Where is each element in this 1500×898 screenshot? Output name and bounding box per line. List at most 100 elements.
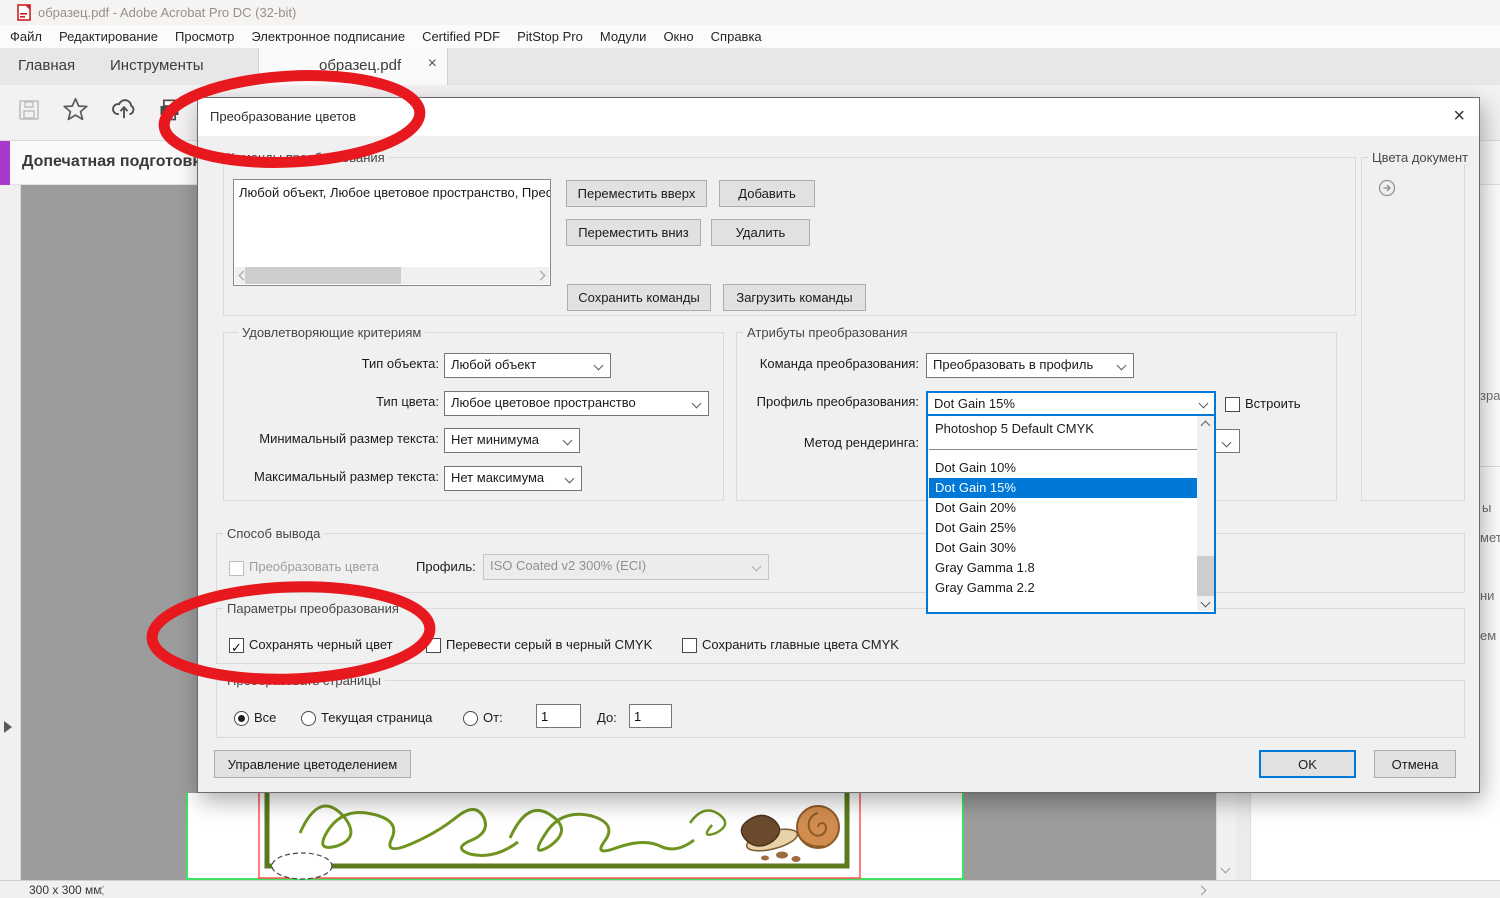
pages-from-label[interactable]: От: (483, 710, 503, 725)
conversion-profile-label: Профиль преобразования: (756, 394, 919, 409)
menu-help[interactable]: Справка (711, 29, 762, 44)
scroll-down-icon[interactable] (1200, 597, 1211, 608)
preserve-black-checkbox[interactable]: ✓ (229, 638, 244, 654)
save-icon[interactable] (17, 98, 41, 122)
commands-hscrollbar[interactable] (235, 267, 549, 284)
save-commands-button[interactable]: Сохранить команды (567, 284, 711, 311)
dropdown-scrollbar[interactable] (1197, 416, 1214, 611)
print-icon[interactable] (156, 97, 183, 124)
menu-edit[interactable]: Редактирование (59, 29, 158, 44)
chevron-down-icon (562, 435, 573, 446)
tab-document[interactable]: образец.pdf × (258, 48, 448, 85)
document-colors-group-label: Цвета документ (1368, 150, 1473, 165)
color-conversion-dialog: Преобразование цветов × Команды преобраз… (197, 97, 1480, 793)
menu-bar: Файл Редактирование Просмотр Электронное… (0, 25, 1500, 48)
pages-current-label[interactable]: Текущая страница (321, 710, 432, 725)
prepress-accent-bar (0, 141, 10, 185)
panel-text-fragment: ем (1480, 628, 1497, 643)
panel-text-fragment: зра (1480, 388, 1500, 403)
hscroll-thumb[interactable] (245, 267, 401, 284)
gray-to-cmyk-label[interactable]: Перевести серый в черный CMYK (446, 637, 652, 652)
scroll-down-icon[interactable] (1220, 863, 1231, 874)
document-colors-group (1361, 157, 1465, 501)
output-group-label: Способ вывода (223, 526, 325, 541)
move-up-button[interactable]: Переместить вверх (566, 180, 707, 207)
dropdown-option[interactable]: Dot Gain 30% (929, 538, 1199, 558)
dropdown-option[interactable]: Gray Gamma 1.8 (929, 558, 1199, 578)
star-icon[interactable] (62, 96, 89, 123)
tab-home[interactable]: Главная (18, 57, 75, 74)
chevron-down-icon (691, 398, 702, 409)
profile-dropdown-popup: Photoshop 5 Default CMYK Dot Gain 10% Do… (926, 415, 1216, 614)
preserve-black-label[interactable]: Сохранять черный цвет (249, 637, 393, 652)
menu-pitstop-pro[interactable]: PitStop Pro (517, 29, 583, 44)
convert-colors-label: Преобразовать цвета (249, 559, 379, 574)
pdf-page-artwork (186, 793, 964, 880)
menu-file[interactable]: Файл (10, 29, 42, 44)
conversion-profile-select[interactable]: Dot Gain 15% (926, 391, 1216, 416)
params-group (216, 608, 1465, 664)
prepress-band-label: Допечатная подготовка (22, 153, 198, 170)
add-button[interactable]: Добавить (719, 180, 815, 207)
embed-checkbox[interactable] (1225, 397, 1240, 412)
load-commands-button[interactable]: Загрузить команды (723, 284, 866, 311)
dropdown-option[interactable]: Dot Gain 25% (929, 518, 1199, 538)
scroll-thumb[interactable] (1197, 556, 1214, 596)
cancel-button[interactable]: Отмена (1374, 750, 1456, 778)
commands-list-item[interactable]: Любой объект, Любое цветовое пространств… (239, 185, 550, 200)
menu-certified-pdf[interactable]: Certified PDF (422, 29, 500, 44)
dialog-close-icon[interactable]: × (1453, 104, 1465, 128)
tab-tools[interactable]: Инструменты (110, 57, 204, 74)
pages-current-radio[interactable] (301, 711, 316, 726)
ok-button[interactable]: OK (1259, 750, 1356, 778)
menu-window[interactable]: Окно (663, 29, 693, 44)
object-type-select[interactable]: Любой объект (444, 353, 611, 378)
pages-all-radio[interactable] (234, 711, 249, 726)
dropdown-separator (929, 449, 1199, 450)
menu-modules[interactable]: Модули (600, 29, 647, 44)
hscroll-right-icon[interactable] (1196, 885, 1207, 896)
scroll-up-icon[interactable] (1200, 420, 1211, 431)
page-to-input[interactable] (629, 704, 672, 728)
menu-esign[interactable]: Электронное подписание (251, 29, 405, 44)
min-text-size-label: Минимальный размер текста: (259, 431, 439, 446)
tab-close-icon[interactable]: × (428, 55, 437, 73)
tab-bar: Главная Инструменты (0, 48, 1500, 120)
share-cloud-icon[interactable] (110, 96, 138, 124)
max-text-size-select[interactable]: Нет максимума (444, 466, 582, 491)
panel-separator (1480, 466, 1500, 467)
dropdown-option[interactable]: Photoshop 5 Default CMYK (929, 419, 1199, 439)
dropdown-option-selected[interactable]: Dot Gain 15% (929, 478, 1199, 498)
page-from-input[interactable] (536, 704, 581, 728)
commands-list[interactable]: Любой объект, Любое цветовое пространств… (233, 179, 551, 286)
color-type-select[interactable]: Любое цветовое пространство (444, 391, 709, 416)
dropdown-option[interactable]: Dot Gain 20% (929, 498, 1199, 518)
gray-to-cmyk-checkbox[interactable] (426, 638, 441, 653)
pages-all-label[interactable]: Все (254, 710, 276, 725)
chevron-down-icon (1198, 398, 1209, 409)
dropdown-option[interactable]: Dot Gain 10% (929, 458, 1199, 478)
panel-text-fragment: ы (1482, 500, 1492, 515)
nav-pane-expander-icon[interactable] (4, 721, 12, 733)
dropdown-option[interactable]: Gray Gamma 2.2 (929, 578, 1199, 598)
conversion-command-label: Команда преобразования: (759, 356, 919, 371)
menu-view[interactable]: Просмотр (175, 29, 234, 44)
hscroll-right-icon[interactable] (535, 270, 546, 281)
move-down-button[interactable]: Переместить вниз (566, 219, 701, 246)
pages-group-label: Преобразовать страницы (223, 673, 386, 688)
ink-manager-button[interactable]: Управление цветоделением (214, 750, 411, 778)
pages-range-radio[interactable] (463, 711, 478, 726)
pages-to-label: До: (597, 710, 617, 725)
expand-arrow-icon[interactable] (1378, 179, 1396, 197)
min-text-size-select[interactable]: Нет минимума (444, 428, 580, 453)
params-group-label: Параметры преобразования (223, 601, 403, 616)
conversion-command-select[interactable]: Преобразовать в профиль (926, 353, 1134, 378)
delete-button[interactable]: Удалить (711, 219, 810, 246)
window-titlebar: образец.pdf - Adobe Acrobat Pro DC (32-b… (0, 0, 1500, 25)
chevron-down-icon (593, 360, 604, 371)
preserve-primaries-label[interactable]: Сохранить главные цвета CMYK (702, 637, 899, 652)
acrobat-pdf-icon (17, 4, 31, 21)
preserve-primaries-checkbox[interactable] (682, 638, 697, 653)
embed-checkbox-label[interactable]: Встроить (1245, 396, 1301, 411)
rendering-intent-select[interactable] (1214, 429, 1240, 453)
